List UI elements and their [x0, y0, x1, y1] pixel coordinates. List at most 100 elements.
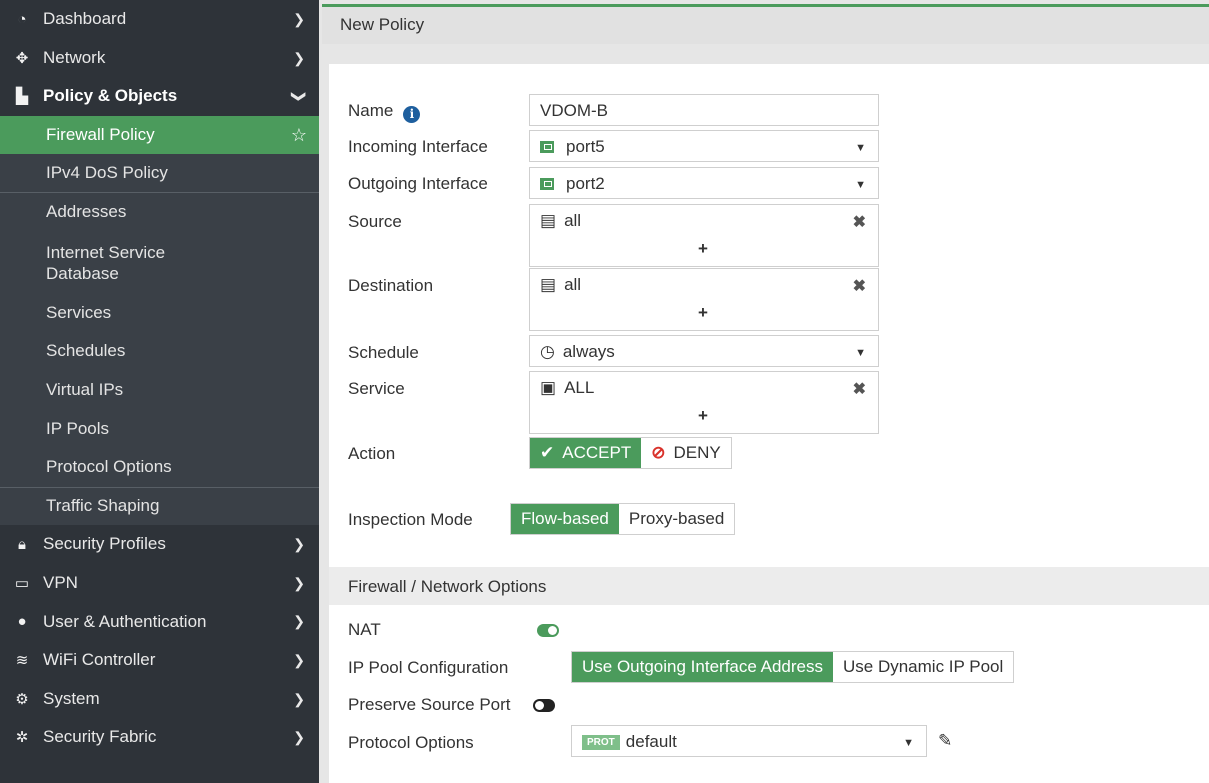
sidebar-item-label: Firewall Policy — [46, 125, 155, 145]
use-dynamic-ip-pool-button[interactable]: Use Dynamic IP Pool — [832, 652, 1014, 682]
policy-form: Name i VDOM-B Incoming Interface port5 ▼ … — [329, 64, 1209, 783]
deny-button[interactable]: ⊘ DENY — [641, 438, 731, 468]
service-field[interactable]: ▣ ALL ✖ + — [529, 371, 879, 434]
protocol-options-select[interactable]: PROT default ▼ — [571, 725, 927, 757]
sidebar-item-internet-service-database[interactable]: Internet Service Database — [0, 231, 319, 294]
add-icon[interactable]: + — [698, 406, 708, 426]
edit-pencil-icon[interactable]: ✎ — [938, 731, 952, 751]
chevron-right-icon: ❯ — [293, 651, 305, 668]
network-options-header: Firewall / Network Options — [329, 567, 1209, 605]
outgoing-interface-value: port2 — [566, 174, 605, 193]
nat-toggle[interactable] — [537, 624, 559, 637]
remove-icon[interactable]: ✖ — [853, 379, 866, 399]
laptop-icon: ▭ — [14, 575, 30, 593]
policy-icon: ▙ — [16, 88, 28, 106]
inspection-mode-toggle: Flow-based Proxy-based — [510, 503, 736, 535]
remove-icon[interactable]: ✖ — [853, 212, 866, 232]
wifi-icon: ≋ — [15, 652, 29, 670]
schedule-label: Schedule — [348, 343, 419, 362]
schedule-value: always — [562, 342, 615, 361]
name-input[interactable]: VDOM-B — [529, 94, 879, 126]
ip-pool-config-toggle: Use Outgoing Interface Address Use Dynam… — [571, 651, 1015, 683]
sidebar-item-label: IPv4 DoS Policy — [46, 163, 168, 183]
sidebar-item-label: Security Fabric — [43, 727, 157, 747]
sidebar-item-label: Policy & Objects — [43, 86, 178, 106]
deny-icon: ⊘ — [651, 443, 666, 462]
schedule-icon: ◷ — [540, 342, 555, 361]
outgoing-interface-select[interactable]: port2 ▼ — [529, 167, 879, 199]
name-label: Name i — [348, 101, 421, 123]
schedule-select[interactable]: ◷ always ▼ — [529, 335, 879, 367]
source-field[interactable]: ▤ all ✖ + — [529, 204, 879, 267]
service-icon: ▣ — [540, 378, 557, 397]
inspection-mode-label: Inspection Mode — [348, 510, 473, 529]
sidebar-item-virtual-ips[interactable]: Virtual IPs — [0, 370, 319, 410]
chevron-right-icon: ❯ — [293, 536, 305, 553]
destination-value: all — [564, 275, 582, 294]
sidebar-item-policy-objects[interactable]: ▙ Policy & Objects ❯ — [0, 77, 319, 116]
sidebar-item-wifi-controller[interactable]: ≋ WiFi Controller ❯ — [0, 641, 319, 680]
proxy-based-button[interactable]: Proxy-based — [618, 504, 735, 534]
page-header: New Policy — [322, 4, 1209, 44]
chevron-right-icon: ❯ — [293, 690, 305, 707]
chevron-right-icon: ❯ — [293, 11, 305, 27]
sidebar-item-security-profiles[interactable]: 🔒︎ Security Profiles ❯ — [0, 525, 319, 564]
sidebar-item-label: Internet Service — [46, 242, 166, 262]
accept-button[interactable]: ✔ ACCEPT — [530, 438, 642, 468]
sidebar-item-system[interactable]: ⚙ System ❯ — [0, 680, 319, 719]
favorite-star-icon[interactable]: ☆ — [291, 125, 307, 146]
check-icon: ✔ — [540, 443, 555, 462]
sidebar-item-label: Database — [46, 263, 119, 283]
caret-down-icon: ▼ — [855, 142, 866, 154]
sidebar-item-dashboard[interactable]: ◔ Dashboard ❯ — [0, 0, 319, 39]
sidebar-item-label: Virtual IPs — [46, 380, 124, 400]
sidebar-item-label: Traffic Shaping — [46, 496, 160, 516]
protocol-options-value: default — [625, 732, 677, 751]
sidebar-item-ipv4-dos-policy[interactable]: IPv4 DoS Policy — [0, 154, 319, 193]
sidebar-item-label: Dashboard — [43, 9, 127, 29]
sidebar-item-schedules[interactable]: Schedules — [0, 332, 319, 371]
prot-badge: PROT — [582, 735, 620, 750]
protocol-options-label: Protocol Options — [348, 733, 474, 752]
service-value: ALL — [564, 378, 595, 397]
destination-field[interactable]: ▤ all ✖ + — [529, 268, 879, 331]
add-icon[interactable]: + — [698, 239, 708, 259]
incoming-interface-select[interactable]: port5 ▼ — [529, 130, 879, 162]
sidebar-item-label: Addresses — [46, 202, 127, 222]
fabric-icon: ✲ — [15, 729, 29, 747]
port-icon — [540, 141, 554, 153]
sidebar-item-label: VPN — [43, 573, 78, 593]
sidebar-item-services[interactable]: Services — [0, 293, 319, 333]
chevron-right-icon: ❯ — [293, 613, 305, 630]
incoming-interface-value: port5 — [566, 137, 605, 156]
add-icon[interactable]: + — [698, 303, 708, 323]
chevron-right-icon: ❯ — [293, 574, 305, 591]
info-icon[interactable]: i — [403, 105, 421, 123]
sidebar-item-ip-pools[interactable]: IP Pools — [0, 409, 319, 448]
action-label: Action — [348, 444, 396, 463]
source-value: all — [564, 211, 582, 230]
chevron-right-icon: ❯ — [293, 49, 305, 66]
sidebar-item-label: WiFi Controller — [43, 650, 156, 670]
sidebar-item-label: Network — [43, 47, 106, 67]
network-options-title: Firewall / Network Options — [348, 577, 547, 596]
remove-icon[interactable]: ✖ — [853, 276, 866, 296]
sidebar-item-firewall-policy[interactable]: Firewall Policy ☆ — [0, 115, 319, 155]
sidebar-item-user-authentication[interactable]: ● User & Authentication ❯ — [0, 602, 319, 641]
sidebar-item-label: User & Authentication — [43, 611, 207, 631]
sidebar-item-protocol-options[interactable]: Protocol Options — [0, 447, 319, 487]
flow-based-button[interactable]: Flow-based — [511, 504, 619, 534]
address-icon: ▤ — [540, 275, 557, 294]
preserve-source-port-label: Preserve Source Port — [348, 695, 511, 714]
address-icon: ▤ — [540, 211, 557, 230]
sidebar-item-network[interactable]: ✥ Network ❯ — [0, 39, 319, 78]
use-outgoing-interface-button[interactable]: Use Outgoing Interface Address — [572, 652, 833, 682]
sidebar-item-security-fabric[interactable]: ✲ Security Fabric ❯ — [0, 718, 319, 757]
preserve-source-port-toggle[interactable] — [533, 699, 555, 712]
sidebar-item-addresses[interactable]: Addresses — [0, 192, 319, 232]
caret-down-icon: ▼ — [855, 347, 866, 359]
port-icon — [540, 178, 554, 190]
sidebar-item-label: Schedules — [46, 341, 126, 361]
sidebar-item-traffic-shaping[interactable]: Traffic Shaping — [0, 486, 319, 526]
sidebar-item-vpn[interactable]: ▭ VPN ❯ — [0, 564, 319, 603]
